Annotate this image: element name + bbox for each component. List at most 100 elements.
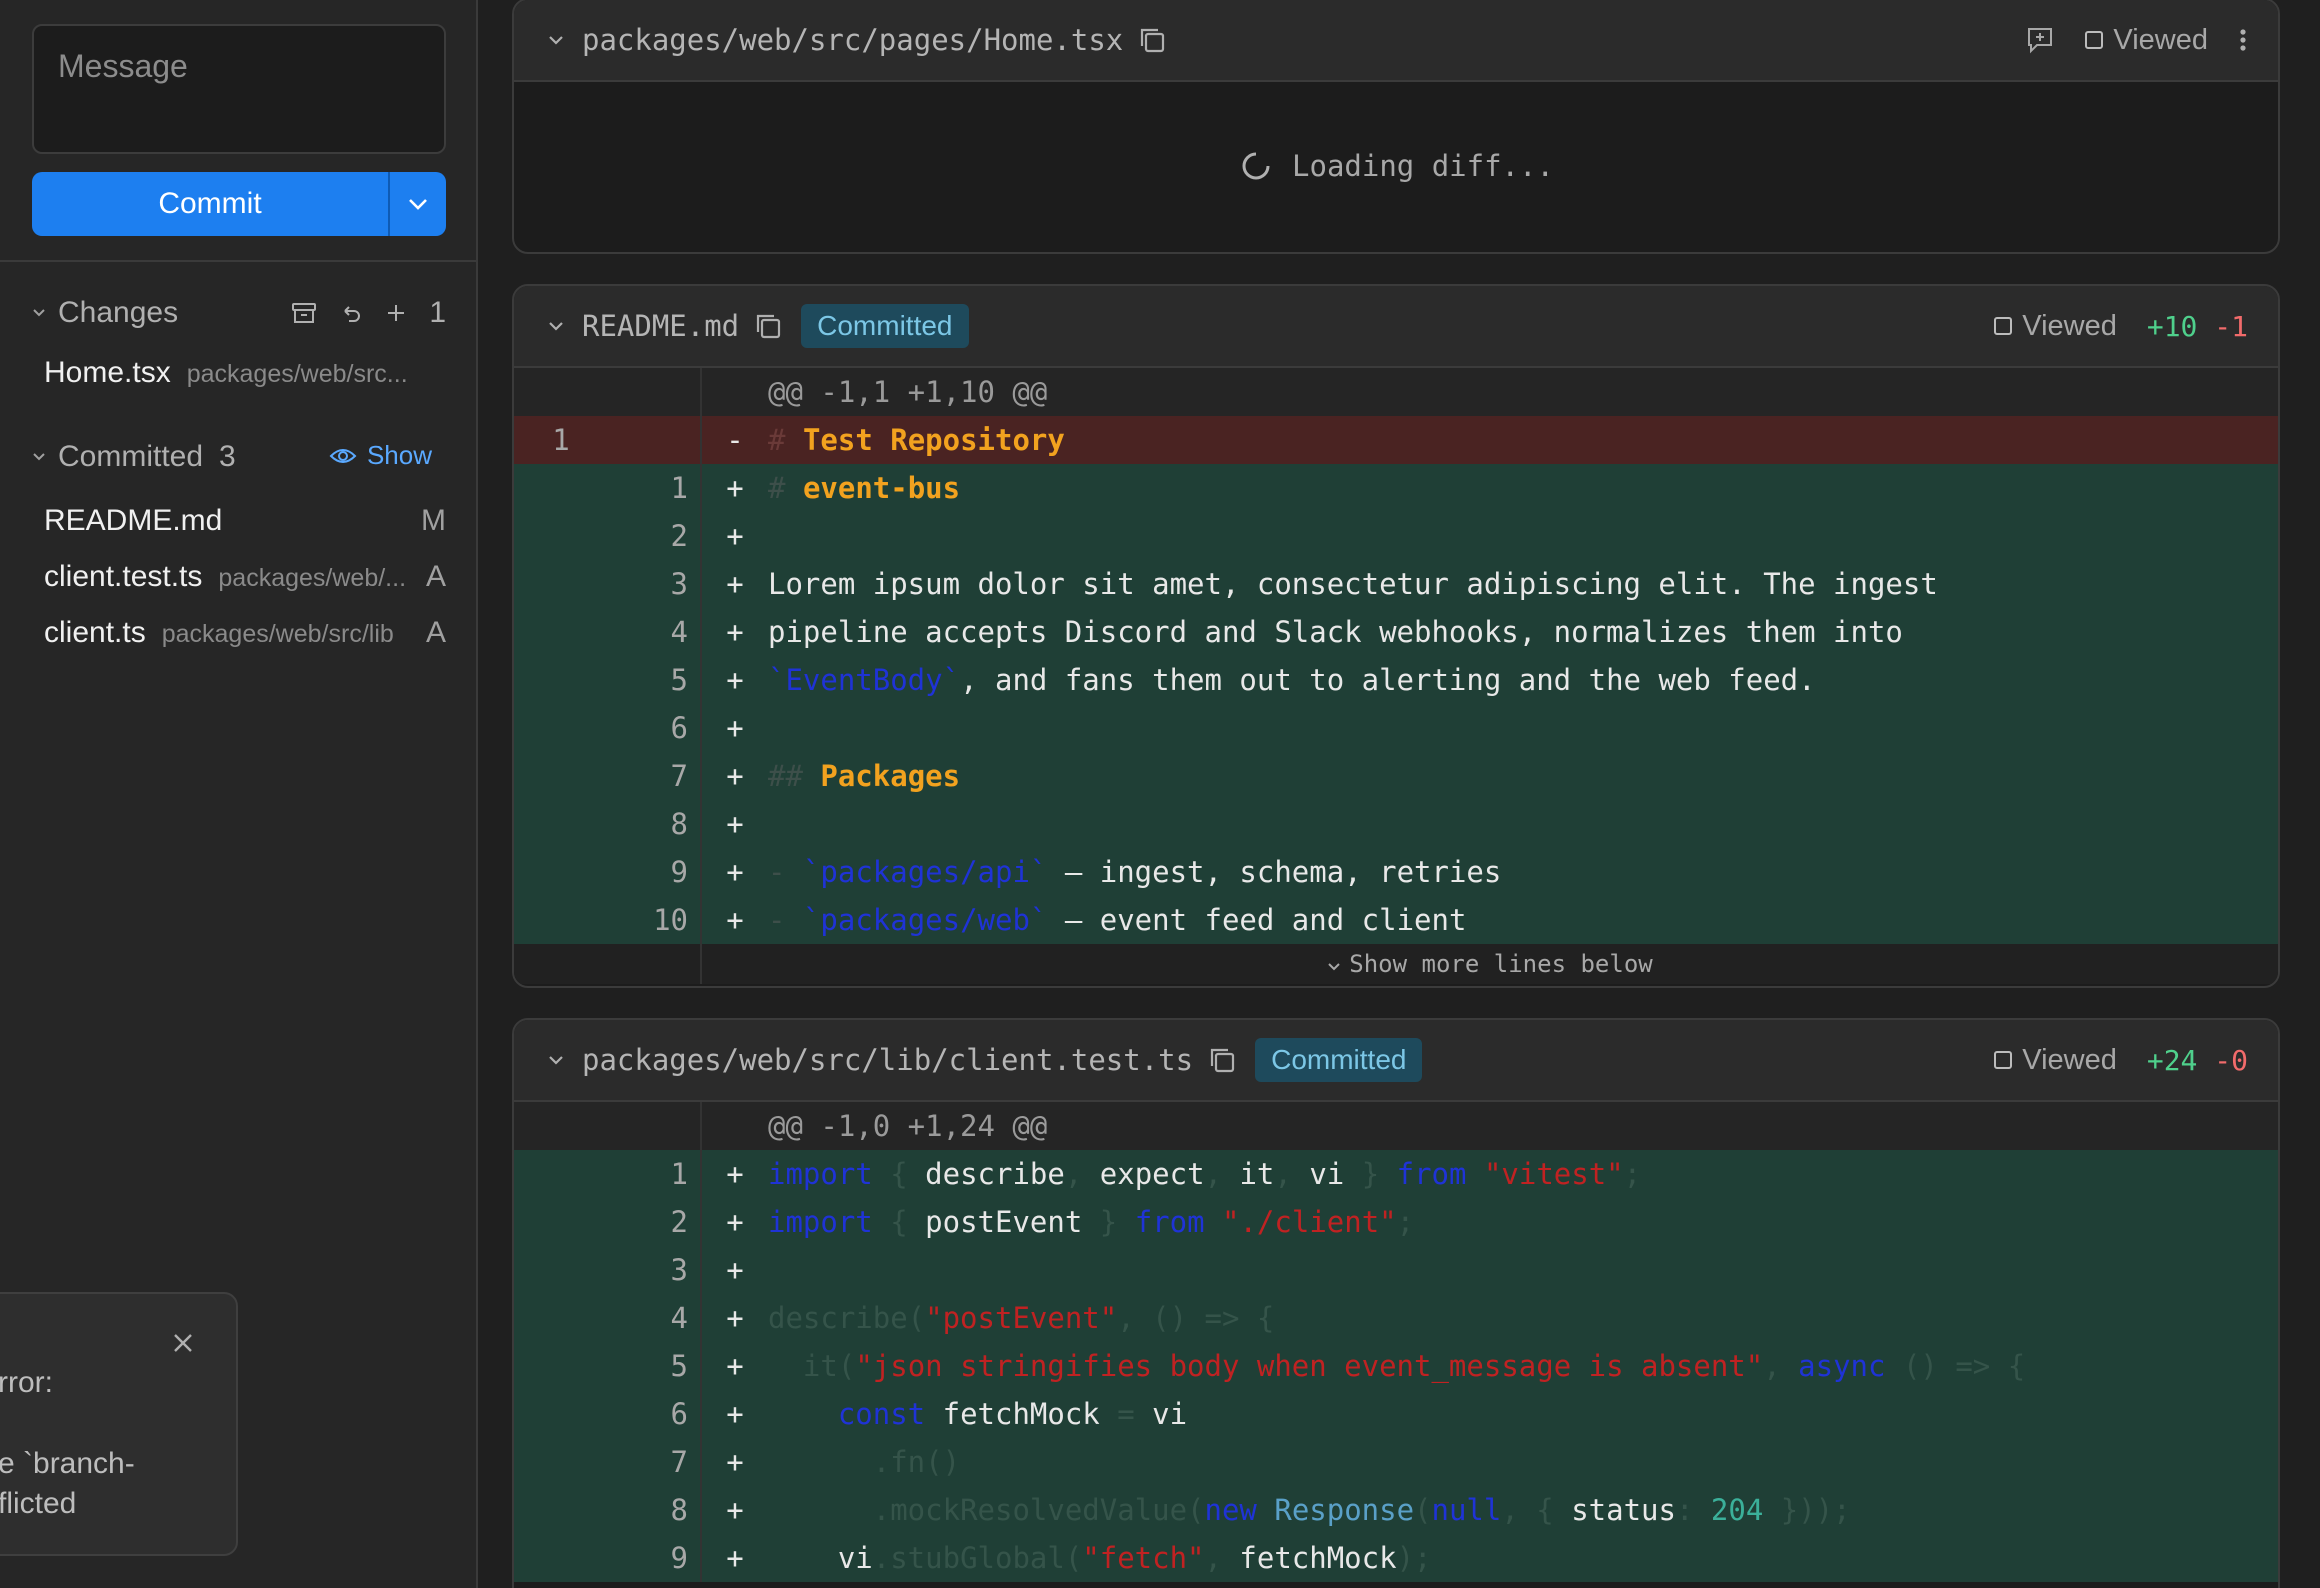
diff-line-added: 9 + - `packages/api` — ingest, schema, ret… — [514, 848, 2278, 896]
loading-text: Loading diff... — [1292, 149, 1554, 183]
copy-icon[interactable] — [1137, 25, 1167, 55]
toast-text: rror: — [0, 1366, 53, 1399]
file-status: A — [425, 616, 446, 649]
diff-line-added: 6 + — [514, 704, 2278, 752]
changes-section-toggle[interactable]: Changes — [32, 296, 178, 330]
diff-stats: +10 -1 — [2147, 310, 2248, 343]
file-name: Home.tsx — [44, 356, 171, 389]
chevron-down-icon — [33, 309, 45, 317]
changes-count: 1 — [429, 296, 446, 329]
diff-line-added: 3 + Lorem ipsum dolor sit amet, consectetu… — [514, 560, 2278, 608]
diff-card-header: packages/web/src/pages/Home.tsx Viewed — [514, 0, 2278, 82]
divider — [0, 260, 476, 262]
diff-file-name: README.md — [582, 309, 740, 343]
viewed-checkbox[interactable]: Viewed — [1994, 310, 2117, 343]
committed-badge: Committed — [1255, 1038, 1423, 1082]
file-name: client.test.ts — [44, 560, 203, 593]
additions-count: +10 — [2146, 309, 2198, 343]
file-path: packages/web/... — [218, 564, 407, 592]
show-more-lines-button[interactable]: Show more lines below — [514, 944, 2278, 984]
diff-line-added: 10 + - `packages/web` — event feed and cli… — [514, 896, 2278, 944]
chevron-down-icon[interactable] — [548, 321, 564, 331]
deletions-count: -1 — [2214, 309, 2248, 343]
committed-title: Committed — [58, 440, 204, 473]
committed-count: 3 — [219, 440, 236, 473]
file-status: M — [421, 504, 446, 537]
diff-stats: +24 -0 — [2147, 1044, 2248, 1077]
diff-line-added: 9 + vi.stubGlobal("fetch", fetchMock); — [514, 1534, 2278, 1582]
show-committed-button[interactable]: Show — [329, 440, 432, 471]
viewed-label: Viewed — [2022, 309, 2117, 342]
diff-body: @@ -1,1 +1,10 @@ 1- # Test Repository 1 + #… — [514, 368, 2278, 984]
discard-icon[interactable] — [339, 301, 363, 325]
loading-indicator: Loading diff... — [514, 82, 2278, 250]
hunk-header: @@ -1,1 +1,10 @@ — [514, 368, 2278, 416]
diff-body: @@ -1,0 +1,24 @@ 1 + import { describe, ex… — [514, 1102, 2278, 1582]
commit-button-label: Commit — [158, 187, 262, 220]
diff-line-added: 4 + describe("postEvent", () => { — [514, 1294, 2278, 1342]
spinner-icon — [1242, 152, 1270, 180]
diff-line-removed: 1- # Test Repository — [514, 416, 2278, 464]
file-path: packages/web/src... — [186, 360, 408, 388]
diff-line-added: 5 + it("json stringifies body when event_… — [514, 1342, 2278, 1390]
checkbox-icon — [2085, 31, 2104, 49]
show-more-label: Show more lines below — [1349, 950, 1653, 978]
commit-message-placeholder: Message — [58, 48, 188, 84]
committed-badge: Committed — [801, 304, 969, 348]
diff-line-added: 6 + const fetchMock = vi — [514, 1390, 2278, 1438]
viewed-label: Viewed — [2113, 23, 2208, 56]
commit-button-group: Commit — [32, 172, 446, 236]
diff-line-added: 8 + — [514, 800, 2278, 848]
checkbox-icon — [1994, 1051, 2013, 1069]
chevron-down-icon[interactable] — [548, 1055, 564, 1065]
hunk-header: @@ -1,0 +1,24 @@ — [514, 1102, 2278, 1150]
committed-file-item[interactable]: README.md M — [44, 504, 446, 538]
more-vertical-icon[interactable] — [2238, 27, 2248, 53]
eye-icon — [329, 448, 357, 463]
commit-dropdown-button[interactable] — [390, 172, 446, 236]
chevron-down-icon[interactable] — [548, 35, 564, 45]
additions-count: +24 — [2146, 1043, 2198, 1077]
hunk-text: @@ -1,1 +1,10 @@ — [768, 375, 1048, 409]
diff-line-added: 8 + .mockResolvedValue(new Response(null,… — [514, 1486, 2278, 1534]
commit-button[interactable]: Commit — [32, 172, 390, 236]
committed-file-item[interactable]: client.test.ts packages/web/... A — [44, 560, 446, 594]
stash-icon[interactable] — [291, 301, 317, 325]
close-icon[interactable] — [172, 1332, 194, 1354]
diff-line-added: 2 + — [514, 512, 2278, 560]
diff-view: packages/web/src/pages/Home.tsx Viewed L… — [480, 0, 2320, 1588]
stage-all-icon[interactable] — [385, 302, 407, 324]
changed-file-item[interactable]: Home.tsx packages/web/src... — [44, 356, 446, 390]
diff-card: packages/web/src/lib/client.test.ts Comm… — [512, 1018, 2280, 1588]
toast-text: e `branch- flicted — [0, 1444, 135, 1524]
commit-message-input[interactable]: Message — [32, 24, 446, 154]
diff-card: README.md Committed Viewed +10 -1 @@ -1,… — [512, 284, 2280, 988]
diff-line-added: 2 + import { postEvent } from "./client"; — [514, 1198, 2278, 1246]
sidebar: Message Commit Changes 1 Home.tsx packag… — [0, 0, 478, 1588]
diff-card-header: packages/web/src/lib/client.test.ts Comm… — [514, 1020, 2278, 1102]
viewed-checkbox[interactable]: Viewed — [1994, 1044, 2117, 1077]
copy-icon[interactable] — [1207, 1045, 1237, 1075]
changes-title: Changes — [58, 296, 179, 329]
diff-line-added: 3 + — [514, 1246, 2278, 1294]
diff-line-added: 7 + .fn() — [514, 1438, 2278, 1486]
file-path: packages/web/src/lib — [161, 620, 394, 648]
diff-line-added: 7 + ## Packages — [514, 752, 2278, 800]
chevron-down-icon — [409, 199, 427, 210]
diff-line-added: 5 + `EventBody`, and fans them out to aler… — [514, 656, 2278, 704]
toast-text-line: e `branch- — [0, 1447, 135, 1480]
hunk-text: @@ -1,0 +1,24 @@ — [768, 1109, 1048, 1143]
committed-file-item[interactable]: client.ts packages/web/src/lib A — [44, 616, 446, 650]
toast-text-line: flicted — [0, 1487, 77, 1520]
chevron-down-icon — [33, 453, 45, 461]
diff-line-added: 1 + # event-bus — [514, 464, 2278, 512]
diff-card: packages/web/src/pages/Home.tsx Viewed L… — [512, 0, 2280, 254]
copy-icon[interactable] — [753, 311, 783, 341]
committed-section-toggle[interactable]: Committed 3 — [32, 440, 236, 474]
comment-icon[interactable] — [2025, 25, 2055, 55]
changes-actions: 1 — [291, 296, 446, 330]
viewed-checkbox[interactable]: Viewed — [2085, 24, 2208, 57]
file-name: README.md — [44, 504, 223, 537]
viewed-label: Viewed — [2022, 1043, 2117, 1076]
diff-card-header: README.md Committed Viewed +10 -1 — [514, 286, 2278, 368]
